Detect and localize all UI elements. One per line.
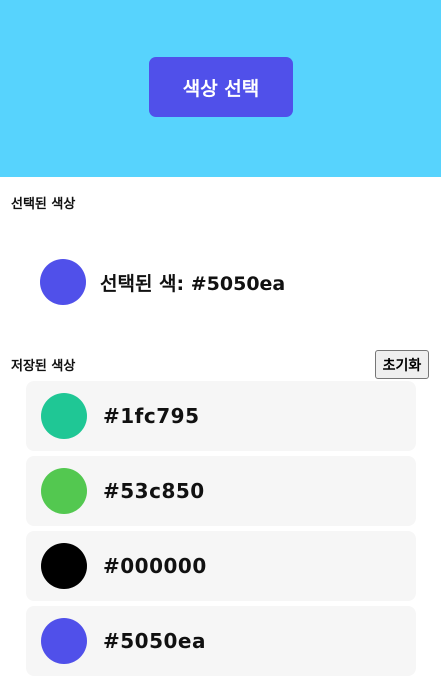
selected-color-label: 선택된 색: #5050ea: [100, 272, 286, 295]
selected-color-section-title: 선택된 색상: [11, 197, 76, 212]
reset-button[interactable]: 초기화: [375, 350, 429, 379]
saved-color-item[interactable]: #5050ea: [26, 606, 416, 676]
saved-color-hex: #5050ea: [103, 629, 206, 653]
saved-color-item[interactable]: #1fc795: [26, 381, 416, 451]
saved-colors-list: #1fc795 #53c850 #000000 #5050ea: [26, 381, 416, 681]
saved-color-swatch: [41, 618, 87, 664]
saved-color-swatch: [41, 543, 87, 589]
pick-color-button[interactable]: 색상 선택: [149, 57, 293, 117]
header-banner: 색상 선택: [0, 0, 441, 177]
saved-color-item[interactable]: #53c850: [26, 456, 416, 526]
saved-color-hex: #1fc795: [103, 404, 200, 428]
saved-color-hex: #000000: [103, 554, 207, 578]
saved-color-item[interactable]: #000000: [26, 531, 416, 601]
selected-color-display: 선택된 색: #5050ea: [40, 258, 285, 306]
selected-color-swatch: [40, 259, 86, 305]
saved-color-swatch: [41, 468, 87, 514]
saved-color-hex: #53c850: [103, 479, 205, 503]
saved-colors-section-title: 저장된 색상: [11, 359, 76, 374]
saved-color-swatch: [41, 393, 87, 439]
